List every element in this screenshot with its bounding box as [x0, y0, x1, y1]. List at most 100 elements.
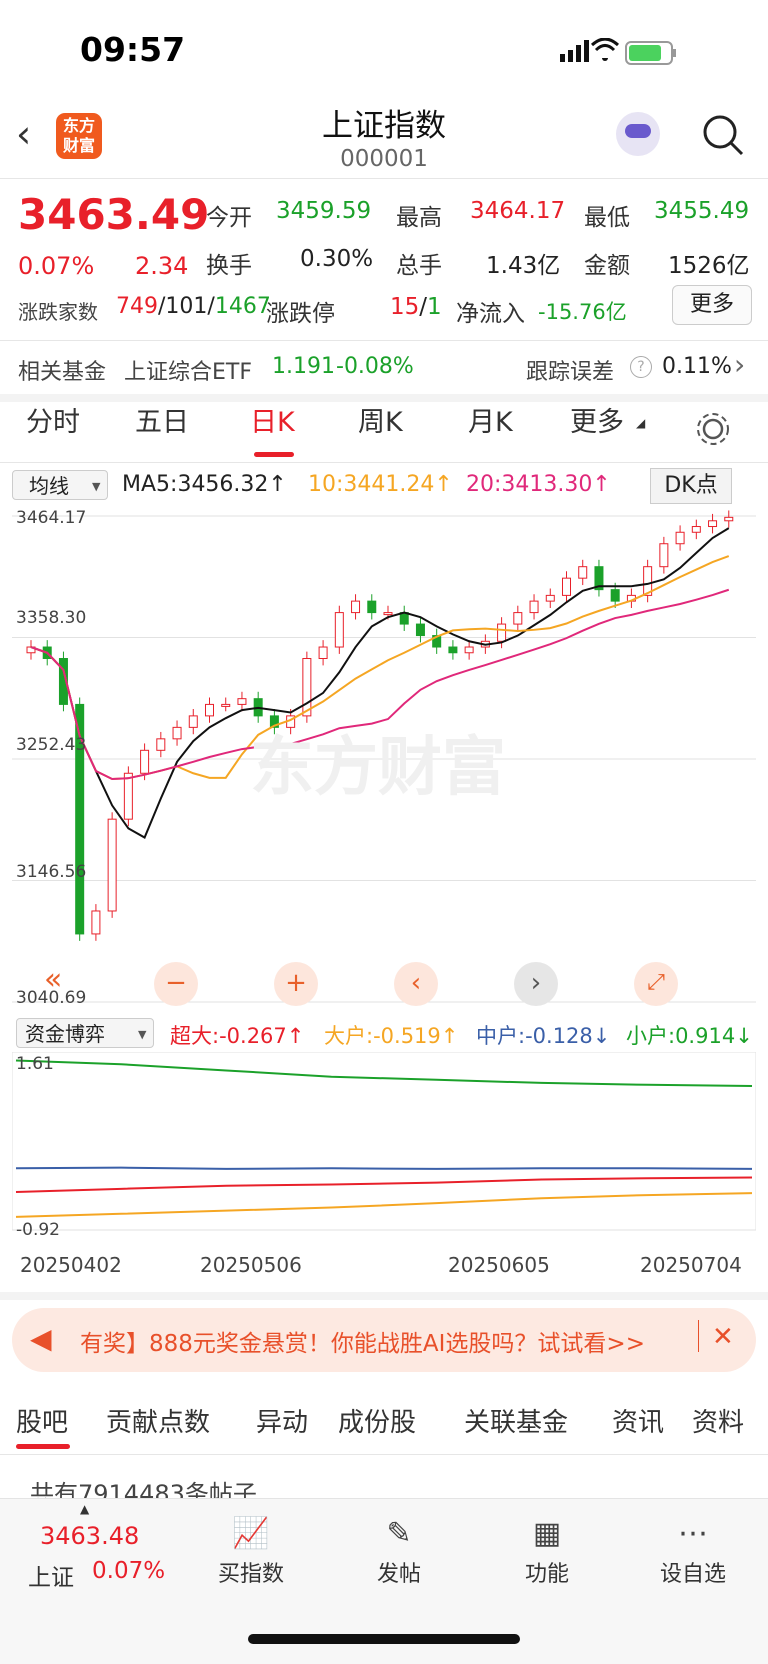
watermark: 东方财富 — [250, 731, 506, 805]
y-axis-label: 3146.56 — [16, 862, 87, 882]
more-button[interactable]: 更多 — [672, 285, 752, 325]
tab-five-day[interactable]: 五日 — [135, 400, 189, 439]
tab-news[interactable]: 资讯 — [612, 1402, 664, 1439]
footer-percent: 0.07% — [92, 1558, 166, 1584]
edit-icon: ✎ — [386, 1516, 412, 1551]
help-icon[interactable]: ? — [630, 356, 652, 378]
netflow-label: 净流入 — [456, 301, 525, 327]
grid-icon: ▦ — [532, 1516, 562, 1551]
candle-body — [659, 543, 669, 568]
tab-profile[interactable]: 资料 — [692, 1402, 744, 1439]
candle-body — [675, 531, 685, 545]
divider — [0, 462, 768, 463]
close-icon[interactable]: ✕ — [712, 1322, 734, 1352]
candle-body — [513, 612, 523, 625]
tab-more[interactable]: 更多 — [570, 400, 624, 439]
post-button[interactable]: ✎ 发帖 — [344, 1512, 454, 1588]
zoom-in-button[interactable]: + — [274, 962, 318, 1006]
ma20-value: 20:3413.30↑ — [466, 472, 611, 497]
candle-body — [724, 516, 734, 522]
settings-gear-icon[interactable] — [694, 410, 732, 448]
banner-text[interactable]: 有奖】888元奖金悬赏！你能战胜AI选股吗？试试看>> — [80, 1324, 690, 1358]
active-tab-indicator — [16, 1444, 70, 1449]
last-price: 3463.49 — [18, 190, 210, 239]
y-axis-label: 3464.17 — [16, 508, 87, 528]
tab-weekly-k[interactable]: 周K — [358, 400, 403, 439]
more-dots-icon: ⋯ — [678, 1516, 708, 1551]
assistant-avatar-icon[interactable] — [616, 112, 660, 156]
search-icon[interactable] — [700, 112, 746, 158]
section-gap — [0, 1292, 768, 1300]
capital-series-line — [15, 1059, 753, 1088]
candle-body — [691, 526, 701, 533]
fund-price: 1.191 — [272, 354, 335, 379]
capital-series-line — [15, 1166, 753, 1170]
caret-up-icon: ▲ — [80, 1502, 90, 1516]
capital-select[interactable]: 资金博弈 — [16, 1018, 154, 1048]
candle-body — [708, 520, 718, 528]
date-label: 20250605 — [448, 1253, 550, 1277]
caret-icon: ◢ — [636, 416, 646, 430]
change-value: 2.34 — [135, 252, 189, 280]
tab-daily-k[interactable]: 日K — [250, 400, 295, 439]
date-label: 20250506 — [200, 1253, 302, 1277]
turnover-label: 换手 — [206, 253, 252, 279]
volume-label: 总手 — [396, 253, 442, 279]
limit-label: 涨跌停 — [266, 301, 335, 327]
tab-monthly-k[interactable]: 月K — [468, 400, 513, 439]
candle-body — [318, 646, 328, 660]
dk-point-button[interactable]: DK点 — [650, 468, 732, 504]
change-percent: 0.07% — [18, 252, 95, 280]
chevron-right-icon[interactable]: › — [734, 348, 745, 381]
active-tab-indicator — [254, 452, 294, 457]
tab-anomaly[interactable]: 异动 — [256, 1402, 308, 1439]
volume-value: 1.43亿 — [486, 253, 561, 279]
candle-body — [545, 594, 555, 602]
add-watchlist-button[interactable]: ⋯ 设自选 — [638, 1512, 748, 1588]
buy-index-button[interactable]: 📈 买指数 — [196, 1512, 306, 1588]
candle-body — [172, 726, 182, 740]
ma5-value: MA5:3456.32↑ — [122, 472, 287, 497]
tab-contribution[interactable]: 贡献点数 — [106, 1402, 210, 1439]
candle-body — [562, 577, 571, 596]
candle-body — [578, 566, 588, 579]
candle-body — [497, 623, 507, 642]
home-indicator — [248, 1634, 520, 1644]
fullscreen-button[interactable]: ⤢ — [634, 962, 678, 1006]
functions-button[interactable]: ▦ 功能 — [492, 1512, 602, 1588]
candle-body — [140, 749, 150, 774]
candle-body — [237, 698, 247, 705]
candle-body — [221, 703, 231, 707]
fund-name[interactable]: 上证综合ETF — [124, 354, 252, 386]
tab-related-funds[interactable]: 关联基金 — [464, 1402, 568, 1439]
divider — [0, 340, 768, 341]
footer-index-name: 上证 — [28, 1565, 74, 1591]
tab-forum[interactable]: 股吧 — [16, 1402, 68, 1439]
capital-ymin: -0.92 — [16, 1220, 60, 1240]
tracking-error-value: 0.11% — [662, 354, 732, 379]
capital-series-line — [15, 1176, 753, 1193]
turnover-value: 0.30% — [300, 246, 374, 272]
tracking-error-label: 跟踪误差 — [526, 360, 615, 385]
pan-right-button[interactable]: › — [514, 962, 558, 1006]
capital-chart[interactable] — [12, 1052, 756, 1244]
megaphone-icon: ◀ — [30, 1322, 52, 1355]
open-value: 3459.59 — [276, 198, 372, 224]
tab-constituents[interactable]: 成份股 — [338, 1402, 416, 1439]
candle-body — [367, 600, 377, 614]
candle-body — [107, 818, 117, 912]
candle-body — [123, 772, 133, 820]
tab-intraday[interactable]: 分时 — [26, 400, 80, 439]
candle-body — [529, 600, 539, 614]
divider — [698, 1320, 699, 1352]
scroll-left-icon[interactable]: « — [44, 962, 62, 997]
candle-body — [91, 910, 101, 935]
candle-body — [448, 646, 458, 654]
candle-body — [302, 658, 312, 717]
divider — [0, 178, 768, 179]
amount-value: 1526亿 — [668, 253, 750, 279]
pan-left-button[interactable]: ‹ — [394, 962, 438, 1006]
status-bar: 09:57 — [0, 0, 768, 100]
zoom-out-button[interactable]: − — [154, 962, 198, 1006]
netflow-value: -15.76亿 — [538, 300, 627, 324]
